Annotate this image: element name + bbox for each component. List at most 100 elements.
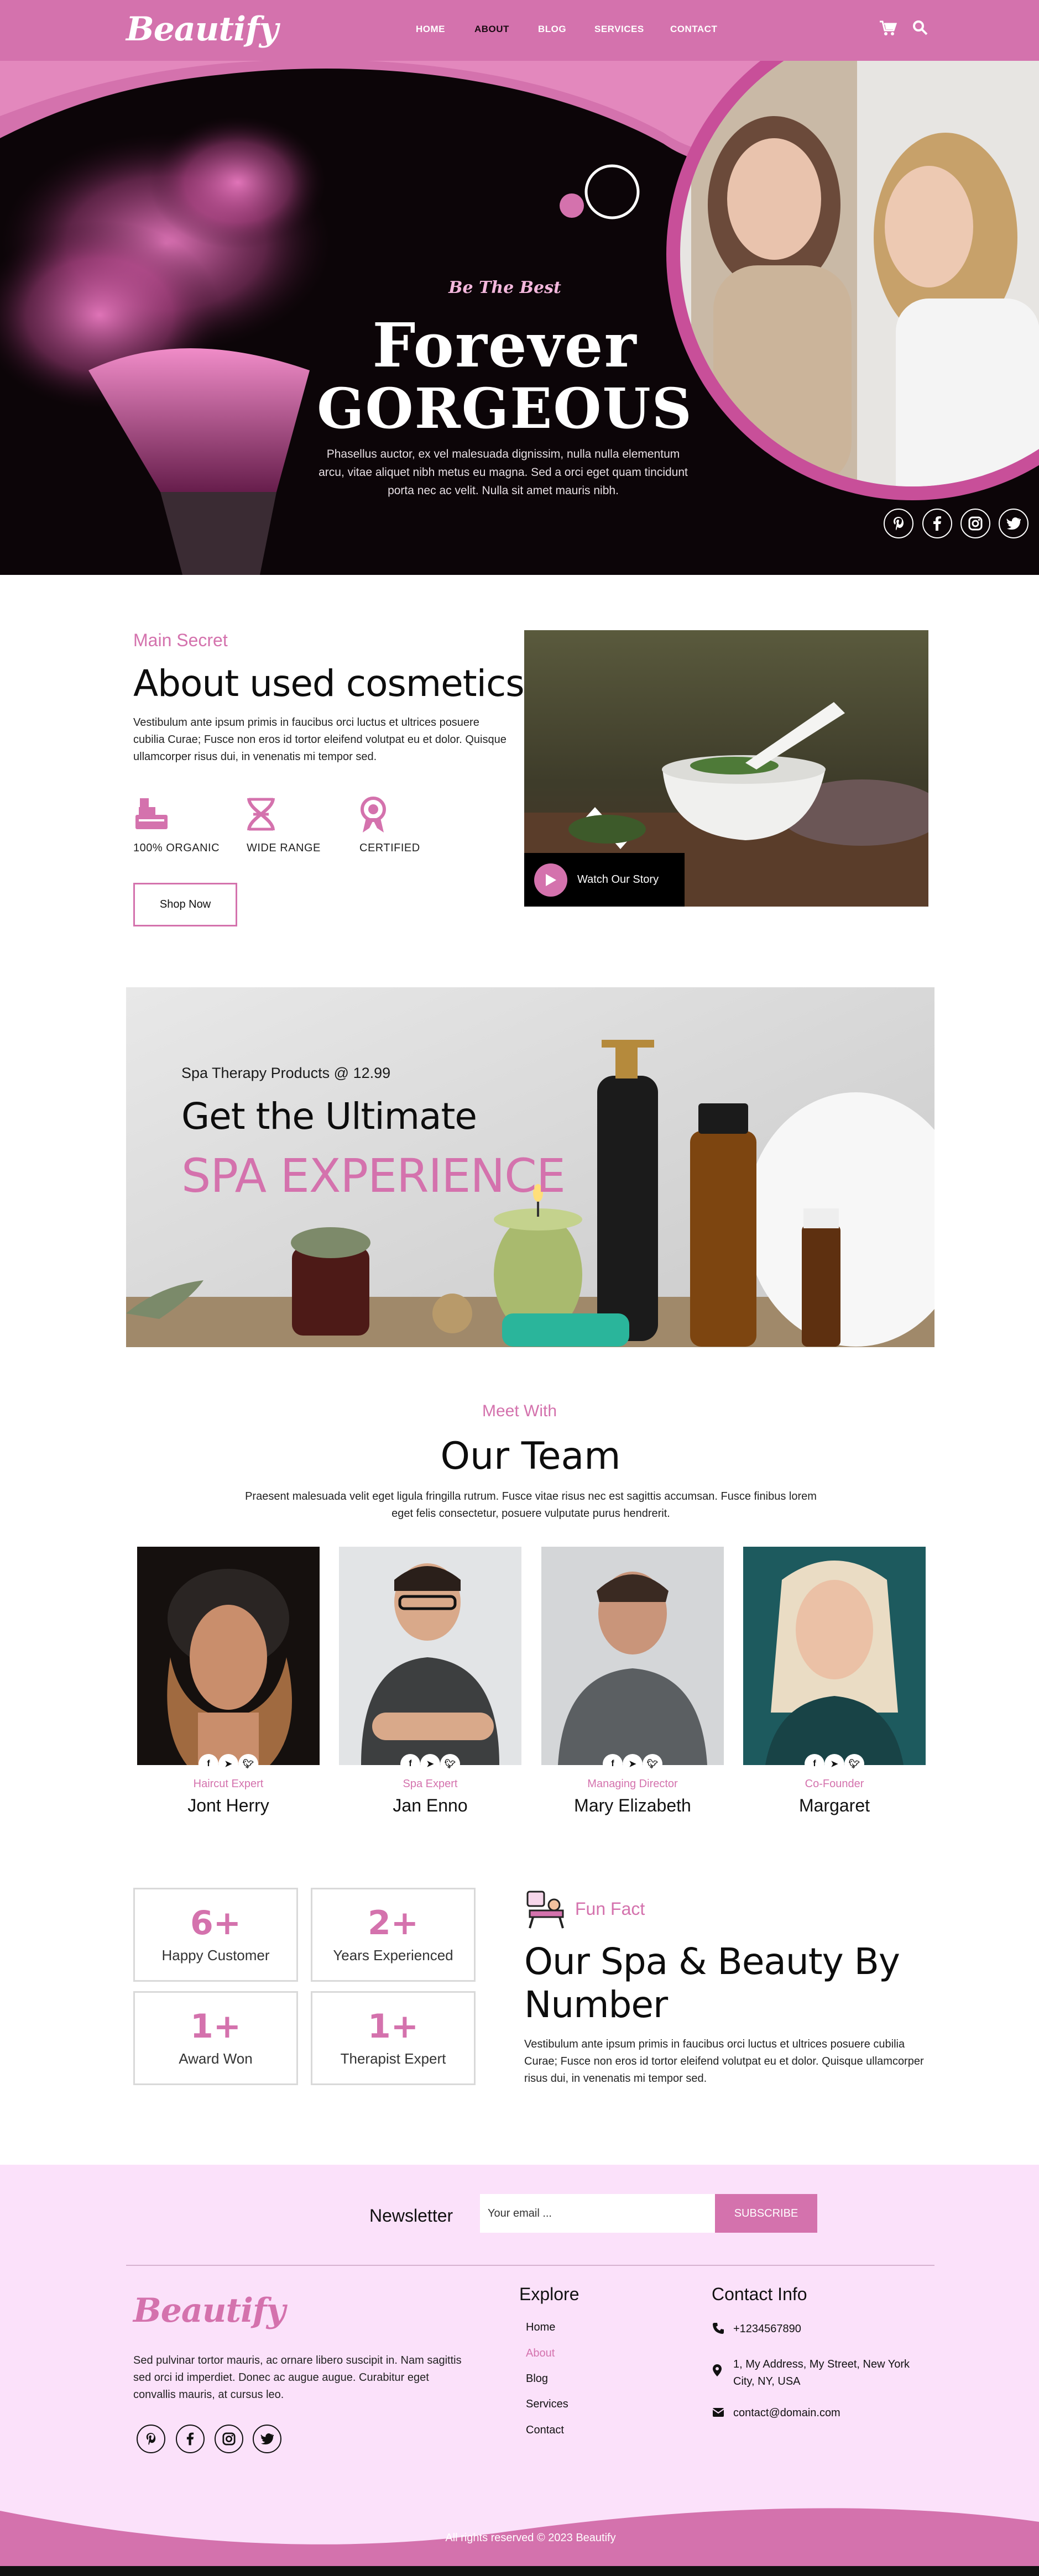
about-description: Vestibulum ante ipsum primis in faucibus…	[133, 716, 507, 763]
member-name: Mary Elizabeth	[574, 1795, 691, 1815]
footer-link-home[interactable]: Home	[526, 2321, 555, 2334]
location-icon	[712, 2364, 722, 2380]
member-role: Co-Founder	[805, 1778, 864, 1790]
cart-icon[interactable]	[879, 20, 897, 39]
feature-label-organic: 100% ORGANIC	[133, 842, 220, 854]
member-name: Margaret	[798, 1795, 870, 1815]
twitter-icon[interactable]: 🐦︎	[440, 1754, 460, 1774]
facebook-icon[interactable]: f	[603, 1754, 623, 1774]
ribbon-icon	[358, 796, 388, 837]
nav-about[interactable]: ABOUT	[474, 24, 509, 35]
explore-heading: Explore	[519, 2284, 579, 2304]
dna-icon	[244, 796, 278, 835]
stat-number: 2+	[367, 1904, 419, 1943]
spa-banner: Spa Therapy Products @ 12.99 Get the Ult…	[126, 987, 934, 1347]
email-icon	[712, 2407, 724, 2420]
contact-phone[interactable]: +1234567890	[733, 2321, 801, 2338]
footer-link-blog[interactable]: Blog	[526, 2373, 548, 2385]
hero-title-line1: Forever	[372, 310, 638, 381]
facebook-icon[interactable]: f	[199, 1754, 218, 1774]
feature-label-certified: CERTIFIED	[359, 842, 420, 854]
contact-email[interactable]: contact@domain.com	[733, 2405, 840, 2422]
facebook-icon[interactable]: f	[400, 1754, 420, 1774]
spa-offer-text: Spa Therapy Products @ 12.99	[181, 1065, 391, 1081]
pinterest-icon[interactable]	[884, 509, 913, 538]
member-name: Jont Herry	[187, 1795, 269, 1815]
stat-label: Therapist Expert	[340, 2050, 446, 2067]
hero-kicker: Be The Best	[448, 278, 561, 297]
footer-link-services[interactable]: Services	[526, 2398, 568, 2411]
footer-link-about[interactable]: About	[526, 2347, 555, 2360]
stat-label: Years Experienced	[333, 1947, 453, 1964]
spa-title-line2: SPA EXPERIENCE	[181, 1149, 566, 1203]
stat-label: Happy Customer	[161, 1947, 270, 1964]
team-title: Our Team	[440, 1434, 621, 1478]
twitter-icon[interactable]: 🐦︎	[844, 1754, 864, 1774]
member-photo	[743, 1547, 926, 1765]
spa-title-line1: Get the Ultimate	[181, 1095, 477, 1138]
watch-story-button[interactable]: Watch Our Story	[524, 853, 685, 907]
nav-contact[interactable]: CONTACT	[670, 24, 717, 35]
brand-logo[interactable]: Beautify	[126, 10, 279, 49]
member-role: Spa Expert	[403, 1778, 458, 1790]
pinterest-icon[interactable]	[137, 2425, 165, 2453]
organic-icon	[133, 796, 170, 835]
hero-description: Phasellus auctor, ex vel malesuada digni…	[319, 448, 688, 497]
member-photo	[137, 1547, 320, 1765]
newsletter-email-input[interactable]	[480, 2194, 715, 2233]
member-role: Haircut Expert	[193, 1778, 264, 1790]
footer-logo[interactable]: Beautify	[133, 2291, 286, 2330]
telegram-icon[interactable]: ➤	[824, 1754, 844, 1774]
stat-number: 1+	[190, 2007, 242, 2046]
play-icon[interactable]	[534, 863, 567, 897]
stat-card: 1+ Award Won	[133, 1991, 298, 2085]
site-header: Beautify HOME ABOUT BLOG SERVICES CONTAC…	[0, 0, 1039, 61]
contact-address: 1, My Address, My Street, New York City,…	[733, 2358, 910, 2387]
copyright-text: All rights reserved © 2023 Beautify	[445, 2532, 616, 2544]
telegram-icon[interactable]: ➤	[623, 1754, 643, 1774]
telegram-icon[interactable]: ➤	[420, 1754, 440, 1774]
footer-link-contact[interactable]: Contact	[526, 2424, 564, 2437]
footer-divider	[126, 2265, 934, 2266]
fun-fact-description: Vestibulum ante ipsum primis in faucibus…	[524, 2038, 924, 2085]
stat-number: 6+	[190, 1904, 242, 1943]
subscribe-button[interactable]: SUBSCRIBE	[715, 2194, 817, 2233]
newsletter-label: Newsletter	[369, 2206, 453, 2226]
stat-card: 2+ Years Experienced	[311, 1888, 476, 1982]
about-kicker: Main Secret	[133, 630, 228, 650]
team-kicker: Meet With	[482, 1402, 557, 1420]
stat-card: 1+ Therapist Expert	[311, 1991, 476, 2085]
twitter-icon[interactable]: 🐦︎	[643, 1754, 662, 1774]
hero-section: Be The Best Forever GORGEOUS Phasellus a…	[0, 61, 1039, 575]
member-name: Jan Enno	[393, 1795, 468, 1815]
member-photo	[541, 1547, 724, 1765]
member-role: Managing Director	[587, 1778, 678, 1790]
nav-services[interactable]: SERVICES	[594, 24, 644, 35]
team-description: Praesent malesuada velit eget ligula fri…	[245, 1490, 817, 1520]
footer-description: Sed pulvinar tortor mauris, ac ornare li…	[133, 2354, 462, 2401]
twitter-icon[interactable]	[253, 2425, 281, 2453]
spa-chair-icon	[524, 1888, 568, 1933]
fun-fact-kicker: Fun Fact	[575, 1899, 645, 1919]
facebook-icon[interactable]: f	[805, 1754, 824, 1774]
hero-title-line2: GORGEOUS	[317, 376, 693, 441]
twitter-icon[interactable]	[999, 509, 1028, 538]
stat-label: Award Won	[179, 2050, 253, 2067]
facebook-icon[interactable]	[176, 2425, 205, 2453]
shop-now-button[interactable]: Shop Now	[133, 883, 237, 926]
stat-card: 6+ Happy Customer	[133, 1888, 298, 1982]
twitter-icon[interactable]: 🐦︎	[238, 1754, 258, 1774]
nav-home[interactable]: HOME	[416, 24, 445, 35]
search-icon[interactable]	[912, 20, 928, 38]
instagram-icon[interactable]	[960, 509, 990, 538]
instagram-icon[interactable]	[215, 2425, 243, 2453]
facebook-icon[interactable]	[922, 509, 952, 538]
about-title: About used cosmetics	[133, 662, 525, 705]
nav-blog[interactable]: BLOG	[538, 24, 566, 35]
phone-icon	[712, 2322, 724, 2337]
feature-label-range: WIDE RANGE	[247, 842, 321, 854]
fun-fact-title: Our Spa & Beauty By Number	[524, 1940, 900, 2026]
watch-story-label: Watch Our Story	[577, 873, 659, 886]
member-photo	[339, 1547, 521, 1765]
telegram-icon[interactable]: ➤	[218, 1754, 238, 1774]
